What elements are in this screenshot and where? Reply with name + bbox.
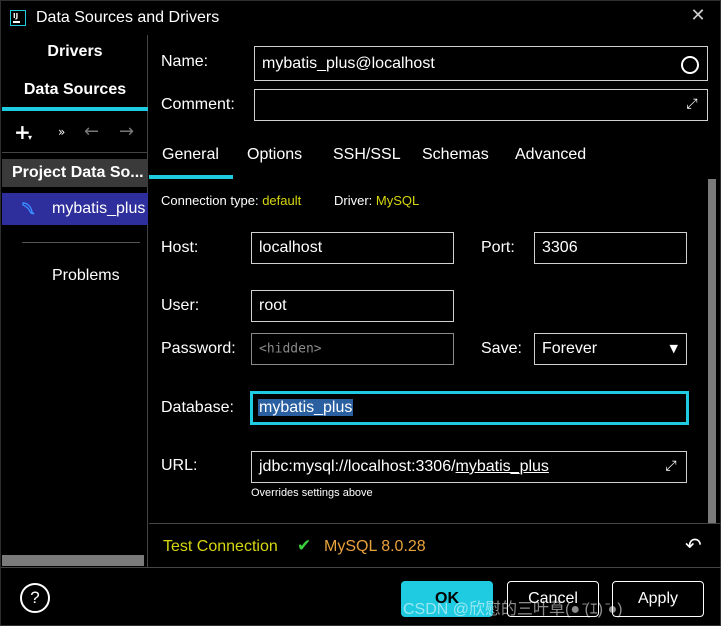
intellij-app-icon: IJ — [10, 10, 26, 26]
name-value: mybatis_plus@localhost — [262, 54, 435, 72]
tab-options[interactable]: Options — [247, 146, 302, 164]
url-prefix: jdbc:mysql://localhost:3306/ — [259, 458, 456, 475]
app-icon-letters: IJ — [13, 12, 19, 20]
watermark: CSDN @欣慰的三叶草(● ̄(ｴ) ̄●) — [403, 601, 623, 618]
driver-value[interactable]: MySQL — [376, 193, 419, 208]
user-field[interactable]: root — [251, 290, 454, 322]
driver-info[interactable]: Driver: MySQL — [334, 193, 419, 208]
name-label: Name: — [161, 53, 209, 70]
window-title: Data Sources and Drivers — [36, 9, 220, 26]
sidebar-toolbar: + ▾ » ← → — [2, 119, 148, 145]
tab-schemas[interactable]: Schemas — [422, 146, 489, 164]
scrollbar-thumb[interactable] — [2, 555, 144, 566]
database-value: mybatis_plus — [258, 399, 354, 417]
sidebar-item-label: mybatis_plus — [52, 200, 146, 217]
more-actions-icon[interactable]: » — [58, 119, 65, 145]
mysql-dolphin-icon — [21, 200, 39, 218]
save-value: Forever — [542, 340, 598, 357]
sidebar: Drivers Data Sources + ▾ » ← → Project D… — [2, 35, 148, 567]
password-label: Password: — [161, 340, 236, 357]
sidebar-item-mybatis-plus[interactable]: mybatis_plus — [2, 193, 148, 225]
tab-drivers[interactable]: Drivers — [2, 43, 148, 61]
expand-icon[interactable]: ⤢ — [683, 95, 701, 113]
url-database: mybatis_plus — [455, 458, 549, 475]
project-data-sources-group[interactable]: Project Data So... — [2, 159, 148, 187]
user-value: root — [259, 297, 287, 314]
port-label: Port: — [481, 239, 515, 256]
comment-field[interactable]: ⤢ — [254, 89, 708, 121]
add-dropdown-caret-icon[interactable]: ▾ — [28, 133, 32, 142]
forward-arrow-icon[interactable]: → — [119, 119, 134, 145]
connection-type-label: Connection type: — [161, 193, 259, 208]
server-version: MySQL 8.0.28 — [324, 538, 426, 555]
driver-label: Driver: — [334, 193, 373, 208]
url-hint: Overrides settings above — [251, 487, 373, 499]
check-icon: ✔ — [297, 536, 312, 556]
tab-general[interactable]: General — [162, 146, 219, 164]
app-icon-bar — [13, 21, 20, 23]
password-field[interactable]: <hidden> — [251, 333, 454, 365]
expand-icon[interactable]: ⤢ — [662, 457, 680, 475]
name-field[interactable]: mybatis_plus@localhost — [254, 46, 708, 81]
test-connection-link[interactable]: Test Connection — [163, 538, 278, 556]
problems-link[interactable]: Problems — [52, 267, 120, 285]
port-value: 3306 — [542, 239, 578, 256]
chevron-down-icon[interactable]: ▼ — [670, 342, 678, 355]
user-label: User: — [161, 297, 200, 314]
comment-label: Comment: — [161, 96, 235, 113]
settings-tabs: General Options SSH/SSL Schemas Advanced — [149, 135, 721, 179]
sidebar-horizontal-scrollbar[interactable] — [2, 555, 144, 567]
host-field[interactable]: localhost — [251, 232, 454, 264]
connection-type[interactable]: Connection type: default — [161, 193, 301, 208]
tab-advanced[interactable]: Advanced — [515, 146, 586, 164]
group-label: Project Data So... — [12, 164, 144, 181]
revert-icon[interactable]: ↶ — [685, 533, 702, 557]
password-placeholder: <hidden> — [259, 341, 322, 357]
title-bar: IJ Data Sources and Drivers ✕ — [1, 1, 721, 35]
footer-divider — [1, 567, 721, 568]
save-select[interactable]: Forever ▼ — [534, 333, 687, 365]
help-button[interactable]: ? — [20, 583, 50, 613]
url-value: jdbc:mysql://localhost:3306/mybatis_plus — [259, 458, 549, 476]
database-label: Database: — [161, 399, 234, 416]
color-circle-icon[interactable] — [681, 56, 699, 74]
tab-ssh-ssl[interactable]: SSH/SSL — [333, 146, 401, 164]
database-field[interactable]: mybatis_plus — [250, 391, 689, 425]
port-field[interactable]: 3306 — [534, 232, 687, 264]
host-value: localhost — [259, 239, 323, 256]
tab-data-sources[interactable]: Data Sources — [2, 81, 148, 99]
vertical-scrollbar[interactable] — [708, 179, 716, 523]
host-label: Host: — [161, 239, 199, 256]
url-field[interactable]: jdbc:mysql://localhost:3306/mybatis_plus… — [251, 451, 687, 483]
status-bar: Test Connection ✔ MySQL 8.0.28 ↶ — [149, 523, 721, 567]
back-arrow-icon[interactable]: ← — [84, 119, 99, 145]
sidebar-divider — [2, 152, 148, 153]
connection-type-value[interactable]: default — [262, 193, 301, 208]
save-label: Save: — [481, 340, 522, 357]
apply-button[interactable]: Apply — [612, 581, 704, 617]
close-icon[interactable]: ✕ — [688, 6, 708, 26]
database-selected-text: mybatis_plus — [258, 399, 354, 416]
active-tab-indicator — [2, 107, 148, 111]
url-label: URL: — [161, 457, 198, 474]
dialog-window: IJ Data Sources and Drivers ✕ Drivers Da… — [0, 0, 721, 626]
sidebar-divider-2 — [22, 242, 140, 243]
